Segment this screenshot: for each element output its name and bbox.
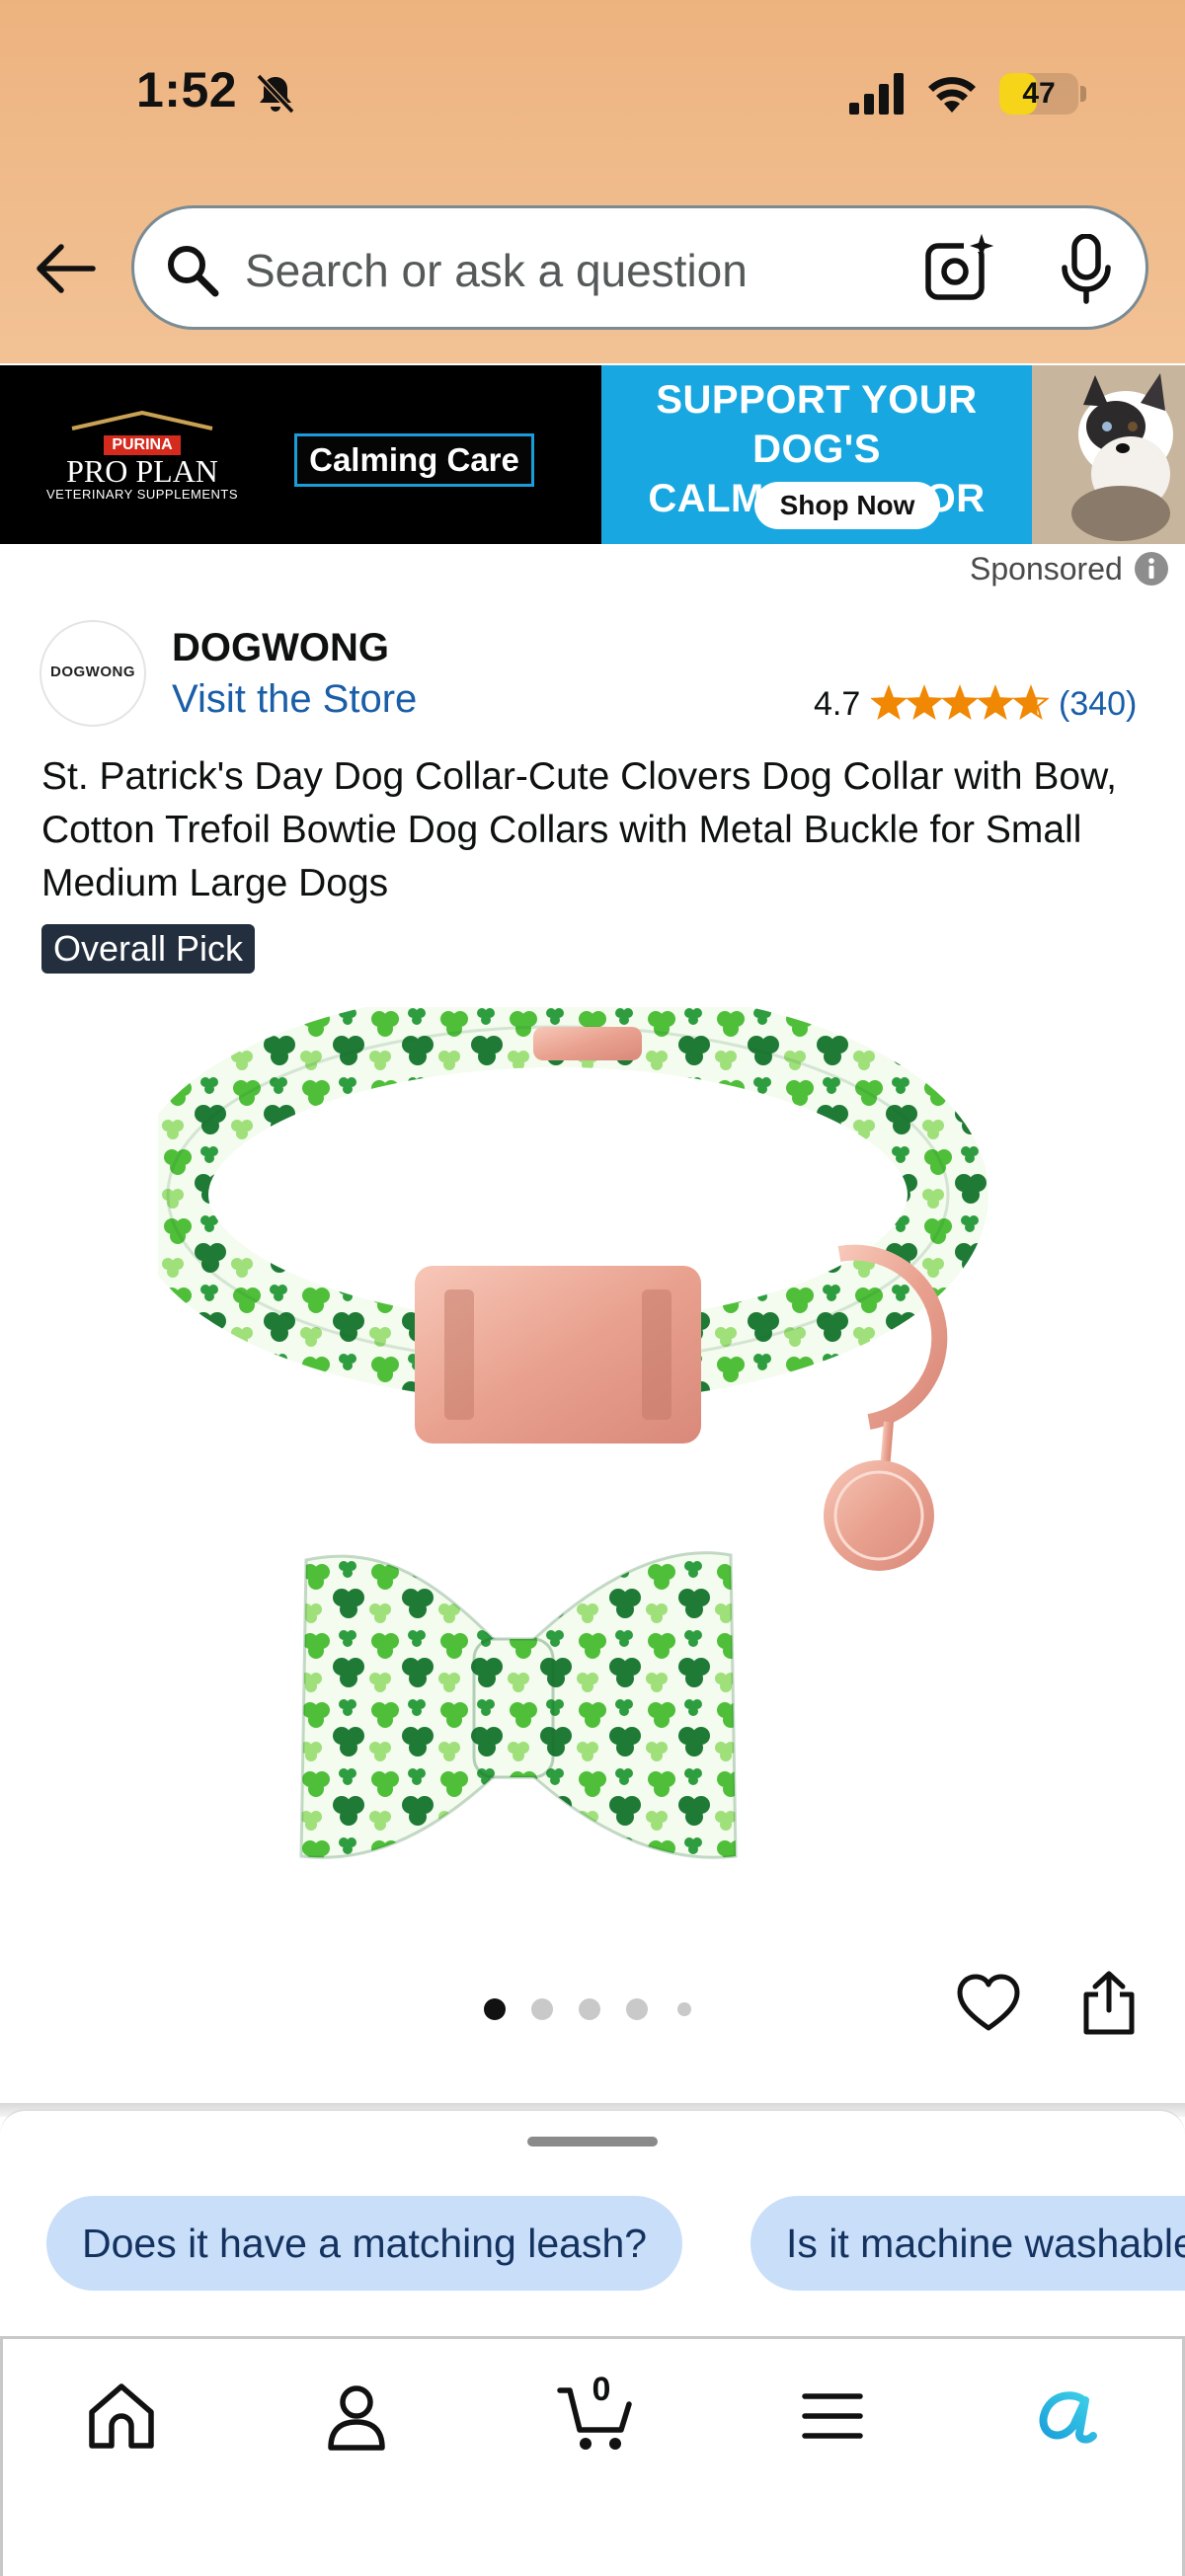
bottom-tab-bar: 0: [0, 2336, 1185, 2576]
product-page: 1:52 47 Search or ask a question PURINA …: [0, 0, 1185, 2576]
battery-nub: [1080, 86, 1086, 102]
roof-icon: [71, 410, 213, 430]
search-input[interactable]: Search or ask a question: [245, 244, 748, 297]
account-icon[interactable]: [317, 2377, 396, 2456]
status-time: 1:52: [136, 62, 238, 117]
brand-name: DOGWONG: [172, 626, 389, 669]
ad-message-panel: SUPPORT YOUR DOG'S CALM BEHAVIOR Shop No…: [601, 365, 1032, 544]
menu-icon[interactable]: [793, 2377, 872, 2456]
product-image[interactable]: [158, 1007, 1027, 1896]
overall-pick-badge: Overall Pick: [41, 924, 256, 974]
share-icon[interactable]: [1080, 1971, 1138, 2036]
star-icon: [977, 684, 1014, 721]
visit-store-link[interactable]: Visit the Store: [172, 677, 417, 722]
home-icon[interactable]: [82, 2377, 161, 2456]
bell-off-icon: [256, 73, 295, 115]
brand-logo[interactable]: DOGWONG: [40, 620, 146, 727]
star-icon: [906, 684, 943, 721]
ask-rufus-sheet: Does it have a matching leash? Is it mac…: [0, 2109, 1185, 2336]
sponsored-ad-banner[interactable]: PURINA PRO PLAN VETERINARY SUPPLEMENTS C…: [0, 365, 1185, 544]
battery-indicator: 47: [999, 73, 1078, 115]
carousel-dot[interactable]: [626, 1998, 648, 2020]
cart-count: 0: [592, 2371, 611, 2408]
carousel-dot[interactable]: [531, 1998, 553, 2020]
brand-logo-text: DOGWONG: [50, 664, 135, 680]
signal-icon: [849, 73, 904, 115]
info-icon[interactable]: [1134, 551, 1169, 586]
search-icon: [168, 246, 219, 297]
carousel-dot[interactable]: [484, 1998, 506, 2020]
microphone-icon[interactable]: [1057, 234, 1116, 305]
search-bar[interactable]: Search or ask a question: [131, 205, 1148, 330]
image-carousel-dots[interactable]: [484, 1994, 701, 2020]
wifi-icon: [928, 77, 976, 113]
product-title: St. Patrick's Day Dog Collar-Cute Clover…: [41, 755, 1117, 904]
ad-headline-line1: SUPPORT YOUR DOG'S: [656, 378, 978, 471]
camera-search-icon[interactable]: [924, 232, 997, 303]
rating-count-link[interactable]: (340): [1059, 685, 1137, 724]
heart-icon[interactable]: [956, 1971, 1021, 2036]
ad-brand-name: PRO PLAN: [66, 453, 218, 489]
ad-purina-badge: PURINA: [104, 435, 181, 455]
back-arrow-icon[interactable]: [34, 241, 97, 296]
header: 1:52 47 Search or ask a question: [0, 0, 1185, 363]
ad-shop-now-button[interactable]: Shop Now: [754, 482, 940, 529]
sponsored-label: Sponsored: [970, 551, 1123, 586]
ad-brand-sub: VETERINARY SUPPLEMENTS: [45, 487, 238, 502]
carousel-dot[interactable]: [579, 1998, 600, 2020]
battery-percent: 47: [1022, 77, 1056, 110]
ad-brand-logo: PURINA PRO PLAN VETERINARY SUPPLEMENTS: [24, 410, 261, 509]
rating-value: 4.7: [814, 685, 861, 723]
ad-dog-photo: [1032, 365, 1185, 544]
star-icon: [941, 684, 979, 721]
star-icon: [871, 684, 908, 721]
sheet-drag-handle[interactable]: [527, 2137, 658, 2147]
star-icon: [1012, 684, 1049, 721]
rufus-icon[interactable]: [1026, 2377, 1105, 2456]
star-rating[interactable]: [871, 683, 1049, 723]
question-chip[interactable]: Does it have a matching leash?: [46, 2196, 683, 2291]
carousel-dot[interactable]: [677, 2002, 691, 2016]
question-chip[interactable]: Is it machine washable?: [750, 2196, 1185, 2291]
ad-product-name: Calming Care: [294, 433, 534, 487]
